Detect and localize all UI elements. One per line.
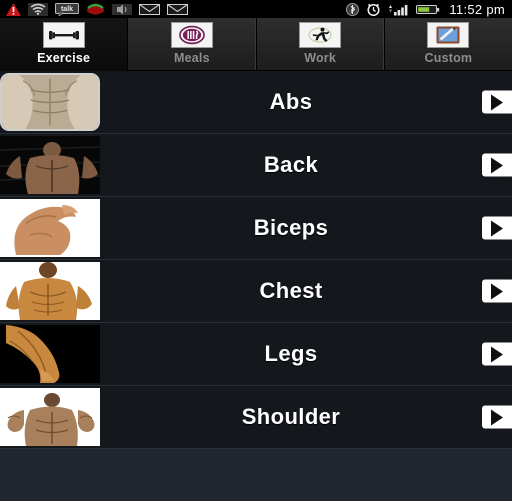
tab-label-work: Work: [304, 51, 337, 65]
list-item-label: Legs: [264, 341, 318, 366]
status-bar-clock: 11:52 pm: [449, 1, 505, 17]
meals-icon: [170, 22, 213, 48]
status-bar-left-icons: talk: [0, 2, 346, 16]
warning-icon: [6, 2, 21, 16]
list-item-label: Chest: [259, 278, 323, 303]
tab-bar: Exercise Meals Work Custom: [0, 18, 512, 71]
status-bar: talk 11:52 pm: [0, 0, 512, 18]
dumbbell-icon: [42, 22, 85, 48]
tab-custom[interactable]: Custom: [384, 18, 512, 70]
play-arrow-icon[interactable]: [482, 342, 512, 366]
mail-icon: [139, 3, 160, 15]
status-bar-right-icons: 11:52 pm: [346, 2, 512, 17]
running-icon: [299, 22, 342, 48]
bluetooth-icon: [346, 2, 360, 16]
play-arrow-icon[interactable]: [482, 90, 512, 114]
list-item[interactable]: Biceps: [0, 197, 512, 260]
play-arrow-icon[interactable]: [482, 405, 512, 429]
svg-text:talk: talk: [61, 6, 73, 13]
abs-thumbnail: [0, 73, 100, 131]
play-arrow-icon[interactable]: [482, 279, 512, 303]
volume-icon: [112, 3, 132, 15]
back-thumbnail: [0, 136, 100, 194]
play-arrow-icon[interactable]: [482, 216, 512, 240]
list-item[interactable]: Back: [0, 134, 512, 197]
battery-icon: [416, 4, 440, 14]
talk-icon: talk: [55, 2, 79, 16]
mail-icon-2: [167, 3, 188, 15]
list-item-label: Shoulder: [241, 404, 341, 429]
shoulder-thumbnail: [0, 388, 100, 446]
list-item[interactable]: Legs: [0, 323, 512, 386]
biceps-thumbnail: [0, 199, 100, 257]
tab-meals[interactable]: Meals: [128, 18, 257, 70]
app-screen: talk 11:52 pm Exercise Meals Work Custom…: [0, 0, 512, 501]
tab-label-custom: Custom: [424, 51, 473, 65]
chest-thumbnail: [0, 262, 100, 320]
tab-label-exercise: Exercise: [37, 51, 91, 65]
missed-call-icon: [87, 3, 104, 14]
list-item-label: Biceps: [253, 215, 329, 240]
list-item-label: Abs: [269, 89, 313, 114]
tab-work[interactable]: Work: [256, 18, 385, 70]
notepad-pencil-icon: [427, 22, 470, 48]
list-item-label: Back: [263, 152, 319, 177]
legs-thumbnail: [0, 325, 100, 383]
alarm-icon: [367, 3, 380, 16]
signal-icon: [389, 4, 408, 15]
wifi-icon: [28, 2, 48, 16]
list-item[interactable]: Abs: [0, 71, 512, 134]
list-empty-area: [0, 449, 512, 501]
list-item[interactable]: Chest: [0, 260, 512, 323]
list-item[interactable]: Shoulder: [0, 386, 512, 449]
tab-label-meals: Meals: [174, 51, 210, 65]
tab-exercise[interactable]: Exercise: [0, 18, 129, 71]
play-arrow-icon[interactable]: [482, 153, 512, 177]
exercise-list: Abs Back Biceps Chest Legs Shoulder: [0, 71, 512, 501]
